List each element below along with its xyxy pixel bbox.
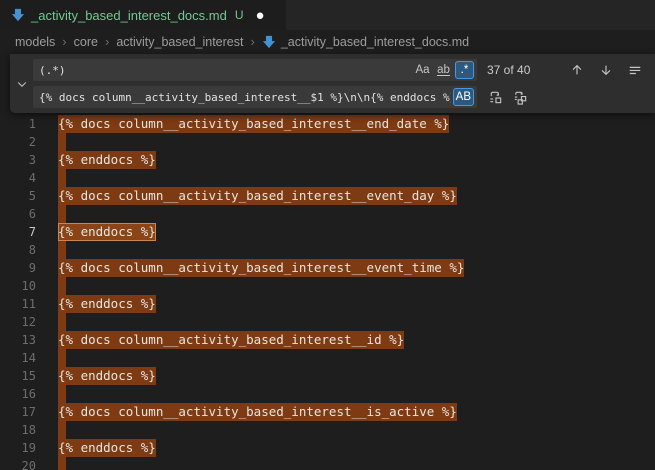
line-number: 12: [0, 313, 36, 331]
breadcrumb-item-activity-based-interest[interactable]: activity_based_interest: [116, 35, 243, 49]
breadcrumb-separator: ›: [62, 34, 66, 49]
line-number: 8: [0, 241, 36, 259]
editor-line[interactable]: 11 {% enddocs %}: [0, 295, 655, 313]
find-widget: Aa ab .* 37 of 40: [10, 54, 655, 113]
dbt-file-icon: [11, 8, 25, 22]
line-number: 9: [0, 259, 36, 277]
find-row: Aa ab .* 37 of 40: [33, 59, 655, 81]
editor-line[interactable]: 12: [0, 313, 655, 331]
editor-line[interactable]: 20: [0, 457, 655, 470]
breadcrumb-file-label: _activity_based_interest_docs.md: [281, 35, 469, 49]
breadcrumb-item-models[interactable]: models: [15, 35, 55, 49]
breadcrumb-item-core[interactable]: core: [74, 35, 98, 49]
line-number: 4: [0, 169, 36, 187]
line-text: [58, 385, 66, 403]
line-text: [58, 169, 66, 187]
line-number: 6: [0, 205, 36, 223]
line-text: [58, 313, 66, 331]
line-number: 20: [0, 457, 36, 470]
editor-line[interactable]: 3 {% enddocs %}: [0, 151, 655, 169]
line-text: [58, 205, 66, 223]
line-text: {% enddocs %}: [58, 295, 156, 313]
editor-line[interactable]: 8: [0, 241, 655, 259]
line-text: [58, 277, 66, 295]
editor-line[interactable]: 6: [0, 205, 655, 223]
toggle-replace-chevron-icon[interactable]: [13, 54, 31, 113]
previous-match-button[interactable]: [567, 60, 587, 80]
whole-word-label: ab: [437, 65, 450, 76]
editor-line[interactable]: 2: [0, 133, 655, 151]
line-text: {% enddocs %}: [58, 223, 156, 241]
breadcrumb: models › core › activity_based_interest …: [0, 30, 655, 53]
line-text: {% docs column__activity_based_interest_…: [58, 115, 449, 133]
match-case-button[interactable]: Aa: [413, 61, 432, 79]
dbt-file-icon: [262, 35, 276, 49]
next-match-button[interactable]: [596, 60, 616, 80]
replace-input[interactable]: [33, 86, 477, 108]
replace-row: AB: [33, 86, 530, 108]
breadcrumb-separator: ›: [105, 34, 109, 49]
line-number: 16: [0, 385, 36, 403]
line-text: {% docs column__activity_based_interest_…: [58, 187, 457, 205]
search-input[interactable]: [33, 59, 477, 81]
line-number: 10: [0, 277, 36, 295]
line-number: 18: [0, 421, 36, 439]
line-text: {% docs column__activity_based_interest_…: [58, 403, 457, 421]
whole-word-button[interactable]: ab: [434, 61, 453, 79]
tab-filename: _activity_based_interest_docs.md: [31, 8, 227, 23]
editor-line[interactable]: 10: [0, 277, 655, 295]
line-text: [58, 133, 66, 151]
line-number: 14: [0, 349, 36, 367]
editor-line[interactable]: 1 {% docs column__activity_based_interes…: [0, 115, 655, 133]
find-in-selection-icon[interactable]: [625, 60, 645, 80]
preserve-case-button[interactable]: AB: [453, 88, 474, 106]
editor-line[interactable]: 13 {% docs column__activity_based_intere…: [0, 331, 655, 349]
editor[interactable]: Aa ab .* 37 of 40: [0, 53, 655, 470]
editor-line[interactable]: 15 {% enddocs %}: [0, 367, 655, 385]
line-number: 2: [0, 133, 36, 151]
replace-icon[interactable]: [485, 87, 505, 107]
line-text: {% docs column__activity_based_interest_…: [58, 259, 464, 277]
line-number: 19: [0, 439, 36, 457]
line-number: 17: [0, 403, 36, 421]
regex-button[interactable]: .*: [455, 61, 474, 79]
breadcrumb-item-file[interactable]: _activity_based_interest_docs.md: [262, 35, 469, 49]
results-count: 37 of 40: [487, 63, 555, 77]
replace-all-icon[interactable]: [510, 87, 530, 107]
editor-line[interactable]: 16: [0, 385, 655, 403]
editor-line[interactable]: 7 {% enddocs %}: [0, 223, 655, 241]
line-text: {% enddocs %}: [58, 439, 156, 457]
editor-line[interactable]: 17 {% docs column__activity_based_intere…: [0, 403, 655, 421]
editor-line[interactable]: 14: [0, 349, 655, 367]
replace-options: AB: [453, 88, 474, 106]
line-text: {% enddocs %}: [58, 151, 156, 169]
line-text: {% enddocs %}: [58, 367, 156, 385]
line-number: 1: [0, 115, 36, 133]
line-text: [58, 349, 66, 367]
search-options: Aa ab .*: [413, 61, 474, 79]
line-number: 11: [0, 295, 36, 313]
git-status-badge: U: [235, 8, 244, 22]
editor-line[interactable]: 4: [0, 169, 655, 187]
breadcrumb-separator: ›: [250, 34, 254, 49]
editor-line[interactable]: 19 {% enddocs %}: [0, 439, 655, 457]
editor-line[interactable]: 18: [0, 421, 655, 439]
find-actions: [567, 60, 655, 80]
line-text: [58, 241, 66, 259]
line-text: [58, 421, 66, 439]
modified-dot-icon[interactable]: ●: [256, 8, 265, 23]
line-number: 15: [0, 367, 36, 385]
editor-lines: 1 {% docs column__activity_based_interes…: [0, 115, 655, 470]
line-number: 13: [0, 331, 36, 349]
tab-active[interactable]: _activity_based_interest_docs.md U ●: [0, 0, 286, 30]
replace-actions: [485, 87, 530, 107]
line-text: {% docs column__activity_based_interest_…: [58, 331, 404, 349]
editor-line[interactable]: 9 {% docs column__activity_based_interes…: [0, 259, 655, 277]
line-number: 7: [0, 223, 36, 241]
line-number: 5: [0, 187, 36, 205]
line-number: 3: [0, 151, 36, 169]
tab-bar: _activity_based_interest_docs.md U ●: [0, 0, 655, 30]
editor-line[interactable]: 5 {% docs column__activity_based_interes…: [0, 187, 655, 205]
line-text: [58, 457, 66, 470]
